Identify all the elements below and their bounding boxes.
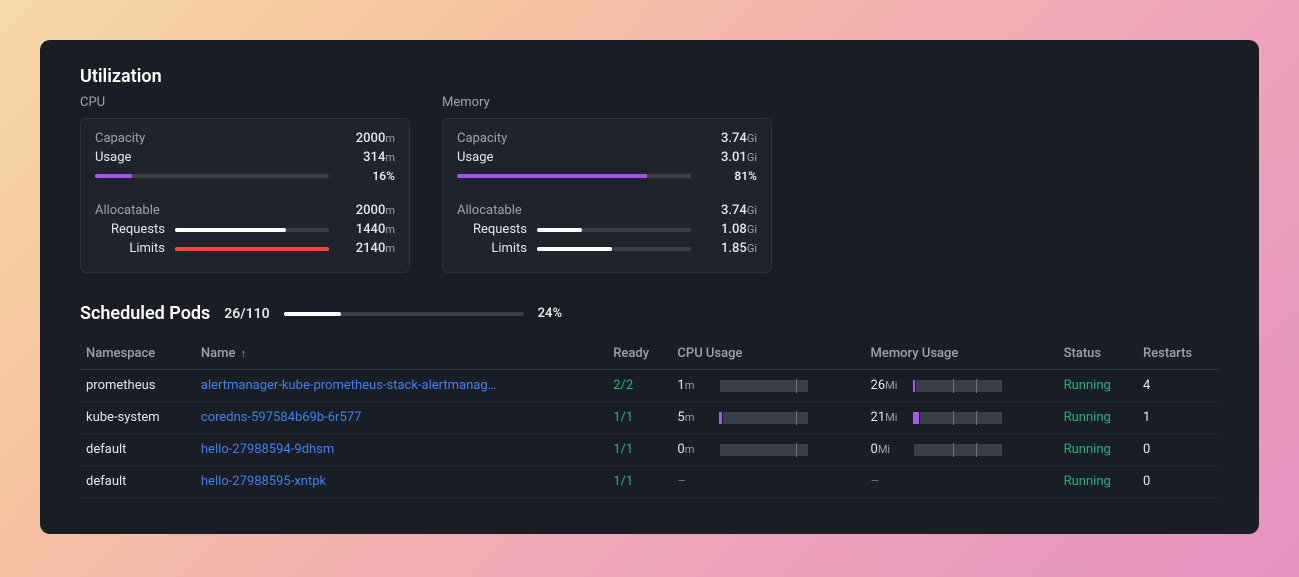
table-row[interactable]: defaulthello-27988594-9dhsm1/10m0MiRunni… bbox=[80, 434, 1219, 466]
col-ready[interactable]: Ready bbox=[607, 338, 671, 370]
pods-title: Scheduled Pods bbox=[80, 303, 210, 324]
memory-limits-bar bbox=[537, 247, 691, 251]
utilization-row: CPU Capacity 2000m Usage 314m 16% Alloca… bbox=[80, 95, 1219, 273]
memory-requests-bar bbox=[537, 228, 691, 232]
cell-memory: 0Mi bbox=[865, 434, 1058, 466]
cpu-capacity-label: Capacity bbox=[95, 131, 145, 146]
dashboard-panel: Utilization CPU Capacity 2000m Usage 314… bbox=[40, 40, 1259, 534]
memory-capacity-label: Capacity bbox=[457, 131, 507, 146]
table-row[interactable]: defaulthello-27988595-xntpk1/1––Running0 bbox=[80, 466, 1219, 498]
cell-ready: 1/1 bbox=[607, 466, 671, 498]
cell-memory: 26Mi bbox=[865, 370, 1058, 402]
pods-table: Namespace Name ↑ Ready CPU Usage Memory … bbox=[80, 338, 1219, 498]
memory-usage-value: 3.01Gi bbox=[721, 150, 757, 165]
memory-label: Memory bbox=[442, 95, 772, 110]
cell-restarts: 0 bbox=[1137, 466, 1219, 498]
cpu-column: CPU Capacity 2000m Usage 314m 16% Alloca… bbox=[80, 95, 410, 273]
cell-status: Running bbox=[1058, 370, 1137, 402]
cpu-allocatable-label: Allocatable bbox=[95, 203, 160, 218]
cell-namespace: prometheus bbox=[80, 370, 195, 402]
cpu-usage-value: 314m bbox=[363, 150, 395, 165]
cell-ready: 1/1 bbox=[607, 402, 671, 434]
cell-name[interactable]: coredns-597584b69b-6r577 bbox=[195, 402, 607, 434]
cell-status: Running bbox=[1058, 402, 1137, 434]
cpu-limits-bar bbox=[175, 247, 329, 251]
cpu-limits-label: Limits bbox=[95, 241, 165, 256]
pods-pct: 24% bbox=[538, 306, 562, 321]
table-row[interactable]: prometheusalertmanager-kube-prometheus-s… bbox=[80, 370, 1219, 402]
cell-restarts: 1 bbox=[1137, 402, 1219, 434]
cpu-requests-value: 1440m bbox=[339, 222, 395, 237]
cell-restarts: 0 bbox=[1137, 434, 1219, 466]
cell-ready: 2/2 bbox=[607, 370, 671, 402]
memory-usage-label: Usage bbox=[457, 150, 493, 165]
cell-cpu: 0m bbox=[671, 434, 864, 466]
memory-requests-label: Requests bbox=[457, 222, 527, 237]
cell-cpu: 5m bbox=[671, 402, 864, 434]
cell-namespace: kube-system bbox=[80, 402, 195, 434]
memory-allocatable-value: 3.74Gi bbox=[721, 203, 757, 218]
memory-limits-value: 1.85Gi bbox=[701, 241, 757, 256]
cpu-usage-label: Usage bbox=[95, 150, 131, 165]
utilization-title: Utilization bbox=[80, 66, 1219, 87]
cell-cpu: 1m bbox=[671, 370, 864, 402]
pods-header: Scheduled Pods 26/110 24% bbox=[80, 303, 1219, 324]
memory-capacity-value: 3.74Gi bbox=[721, 131, 757, 146]
cell-restarts: 4 bbox=[1137, 370, 1219, 402]
col-cpu[interactable]: CPU Usage bbox=[671, 338, 864, 370]
cpu-card: Capacity 2000m Usage 314m 16% Allocatabl… bbox=[80, 118, 410, 273]
memory-card: Capacity 3.74Gi Usage 3.01Gi 81% Allocat… bbox=[442, 118, 772, 273]
cpu-requests-bar bbox=[175, 228, 329, 232]
pods-count: 26/110 bbox=[224, 306, 269, 322]
memory-allocatable-label: Allocatable bbox=[457, 203, 522, 218]
cell-namespace: default bbox=[80, 466, 195, 498]
cell-status: Running bbox=[1058, 434, 1137, 466]
memory-requests-value: 1.08Gi bbox=[701, 222, 757, 237]
cpu-usage-pct: 16% bbox=[339, 169, 395, 183]
pods-capacity-bar bbox=[284, 312, 524, 316]
cell-ready: 1/1 bbox=[607, 434, 671, 466]
cell-memory: – bbox=[865, 466, 1058, 498]
cell-cpu: – bbox=[671, 466, 864, 498]
cpu-label: CPU bbox=[80, 95, 410, 110]
cell-memory: 21Mi bbox=[865, 402, 1058, 434]
cell-name[interactable]: alertmanager-kube-prometheus-stack-alert… bbox=[195, 370, 607, 402]
cell-name[interactable]: hello-27988594-9dhsm bbox=[195, 434, 607, 466]
memory-limits-label: Limits bbox=[457, 241, 527, 256]
memory-usage-pct: 81% bbox=[701, 169, 757, 183]
cpu-usage-bar bbox=[95, 174, 329, 178]
memory-column: Memory Capacity 3.74Gi Usage 3.01Gi 81% … bbox=[442, 95, 772, 273]
col-restarts[interactable]: Restarts bbox=[1137, 338, 1219, 370]
cpu-allocatable-value: 2000m bbox=[356, 203, 395, 218]
cpu-limits-value: 2140m bbox=[339, 241, 395, 256]
cpu-requests-label: Requests bbox=[95, 222, 165, 237]
cell-namespace: default bbox=[80, 434, 195, 466]
memory-usage-bar bbox=[457, 174, 691, 178]
col-name[interactable]: Name ↑ bbox=[195, 338, 607, 370]
sort-arrow-icon: ↑ bbox=[241, 347, 247, 360]
cell-status: Running bbox=[1058, 466, 1137, 498]
table-row[interactable]: kube-systemcoredns-597584b69b-6r5771/15m… bbox=[80, 402, 1219, 434]
cpu-capacity-value: 2000m bbox=[356, 131, 395, 146]
col-status[interactable]: Status bbox=[1058, 338, 1137, 370]
cell-name[interactable]: hello-27988595-xntpk bbox=[195, 466, 607, 498]
col-namespace[interactable]: Namespace bbox=[80, 338, 195, 370]
col-memory[interactable]: Memory Usage bbox=[865, 338, 1058, 370]
